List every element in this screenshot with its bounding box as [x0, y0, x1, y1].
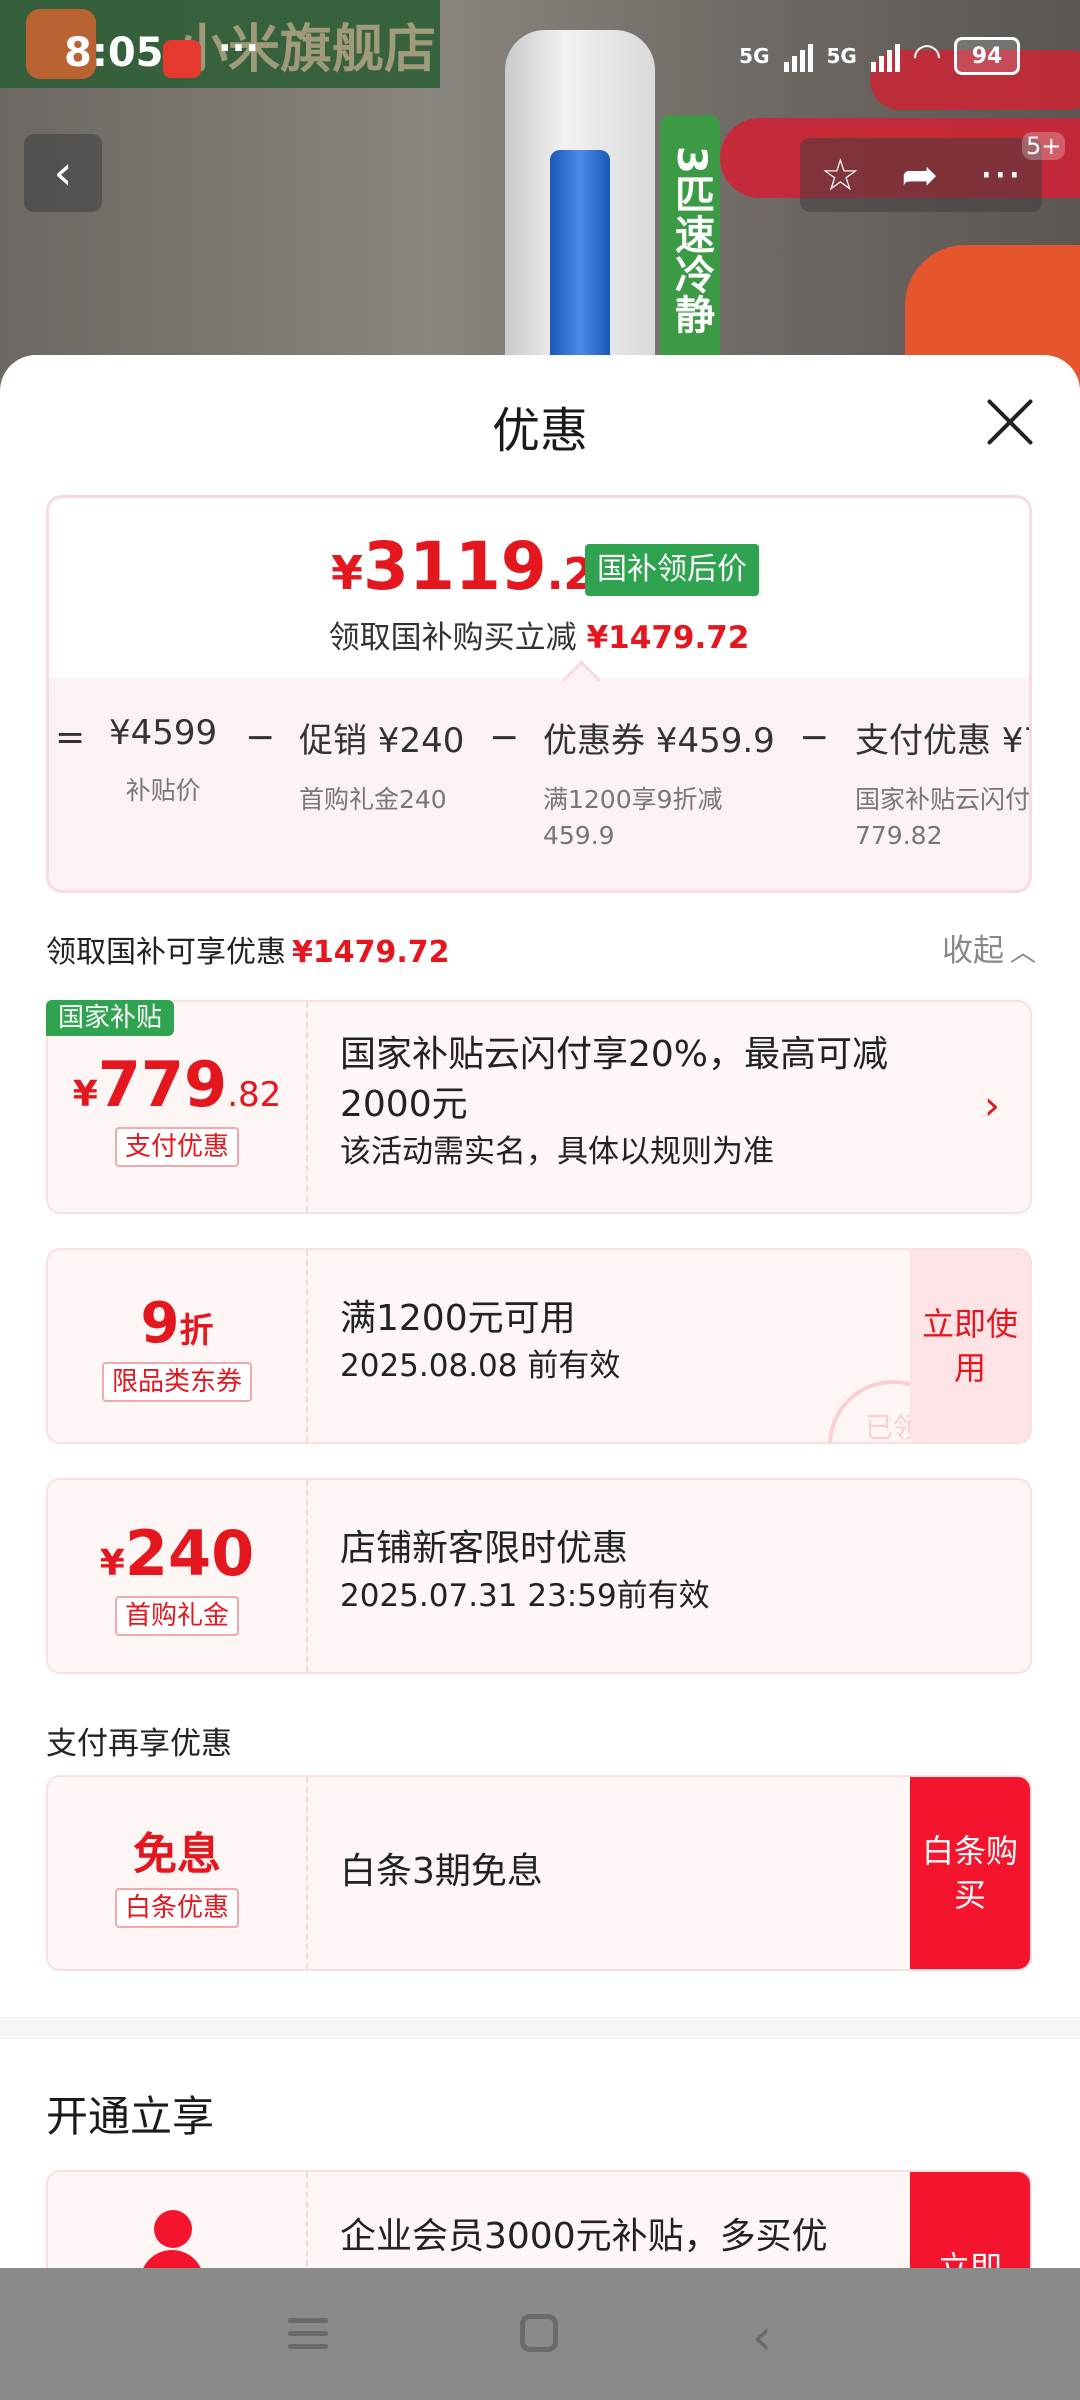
wifi-icon: ◠ — [913, 36, 940, 76]
formula-op: − — [489, 717, 520, 758]
coupon-amount: 免息 — [133, 1829, 221, 1880]
baitiao-buy-button[interactable]: 白条购买 — [910, 1777, 1030, 1969]
use-now-button[interactable]: 立即使用 — [910, 1250, 1030, 1442]
collapse-button[interactable]: 收起 ︿ — [942, 925, 1036, 970]
coupon-body: 国家补贴云闪付享20%，最高可减2000元 该活动需实名，具体以规则为准 — [340, 1034, 889, 1170]
back-button[interactable]: ‹ — [24, 134, 102, 212]
coupon-amount-block: 9折 限品类东券 — [48, 1250, 308, 1442]
collapse-label: 领取国补可享优惠 ¥1479.72 — [46, 935, 450, 970]
formula-term: 优惠券 ¥459.9 满1200享9折减 459.9 — [543, 721, 775, 850]
coupon-body: 店铺新客限时优惠 2025.07.31 23:59前有效 — [340, 1528, 710, 1614]
more-notifications-icon: ··· — [218, 28, 260, 69]
favorite-star-icon[interactable]: ☆ — [821, 150, 860, 201]
coupon-card-discount: 9折 限品类东券 满1200元可用 2025.08.08 前有效 已领 立即使用 — [46, 1248, 1032, 1444]
coupon-chip: 白条优惠 — [114, 1888, 239, 1928]
user-avatar-icon — [140, 2210, 204, 2270]
formula-term: ¥4599 补贴价 — [109, 713, 218, 805]
coupon-chip: 支付优惠 — [114, 1126, 239, 1167]
battery-icon: 94 — [954, 37, 1020, 75]
saving-line: 领取国补购买立减 ¥1479.72 — [328, 620, 750, 656]
coupon-chip: 限品类东券 — [101, 1361, 252, 1402]
section-divider — [0, 2017, 1080, 2039]
final-price: ¥3119.28 — [331, 528, 625, 605]
more-icon[interactable]: ··· — [979, 150, 1021, 201]
price-tag: 国补领后价 — [585, 544, 759, 596]
coupon-body: 企业会员3000元补贴，多买优 — [340, 2216, 828, 2257]
coupon-amount: ¥240 — [99, 1516, 255, 1590]
discount-sheet: 优惠 ¥3119.28 国补领后价 领取国补购买立减¥1479.72 = ¥45… — [0, 355, 1080, 2270]
formula-term: 促销 ¥240 首购礼金240 — [299, 721, 465, 814]
national-subsidy-flag: 国家补贴 — [46, 1000, 175, 1036]
home-icon[interactable] — [520, 2314, 558, 2352]
sheet-title: 优惠 — [491, 403, 588, 459]
chevron-up-icon: ︿ — [1009, 938, 1036, 968]
signal-icon — [783, 40, 813, 72]
network-label-1: 5G — [739, 44, 770, 68]
price-summary: ¥3119.28 国补领后价 领取国补购买立减¥1479.72 = ¥4599 … — [46, 495, 1032, 893]
system-back-icon[interactable]: ‹ — [752, 2308, 772, 2366]
coupon-body: 满1200元可用 2025.08.08 前有效 — [340, 1298, 621, 1384]
coupon-card-gift: ¥240 首购礼金 店铺新客限时优惠 2025.07.31 23:59前有效 — [46, 1478, 1032, 1674]
formula-op: = — [55, 717, 86, 758]
signal-icon-2 — [870, 40, 900, 72]
coupon-amount-block: 免息 白条优惠 — [48, 1777, 308, 1969]
open-now-button[interactable]: 立即 — [910, 2172, 1030, 2270]
formula-op: − — [799, 717, 830, 758]
chevron-right-icon: › — [984, 1083, 1000, 1129]
network-label-2: 5G — [826, 44, 857, 68]
top-action-bar: ☆ ➦ ··· — [800, 138, 1042, 212]
cart-badge: 5+ — [1022, 132, 1066, 160]
collapse-row: 领取国补可享优惠 ¥1479.72 收起 ︿ — [46, 915, 1036, 975]
coupon-card-baitiao: 免息 白条优惠 白条3期免息 白条购买 — [46, 1775, 1032, 1971]
coupon-amount-block: ¥240 首购礼金 — [48, 1480, 308, 1672]
speed-badge: 3匹速冷静 — [660, 115, 720, 365]
status-time: 8:05 — [64, 30, 164, 76]
coupon-amount: 9折 — [140, 1290, 214, 1356]
recent-apps-icon[interactable] — [288, 2318, 328, 2349]
status-bar: 8:05 ··· 5G 5G ◠ 94 — [0, 0, 1080, 120]
share-icon[interactable]: ➦ — [901, 150, 938, 201]
coupon-amount: ¥779.82 — [72, 1047, 282, 1121]
formula-term: 支付优惠 ¥779.82 国家补贴云闪付 779.82 — [855, 721, 1031, 850]
coupon-chip: 首购礼金 — [114, 1595, 239, 1636]
formula-op: − — [245, 717, 276, 758]
app-notification-icon — [163, 40, 201, 78]
close-icon[interactable] — [980, 393, 1040, 453]
open-section-heading: 开通立享 — [46, 2092, 215, 2141]
pay-section-title: 支付再享优惠 — [46, 1726, 232, 1762]
price-formula: = ¥4599 补贴价 − 促销 ¥240 首购礼金240 − 优惠券 ¥459… — [49, 713, 1029, 850]
coupon-body: 白条3期免息 — [340, 1851, 543, 1892]
coupon-card-payment[interactable]: ¥779.82 支付优惠 国家补贴云闪付享20%，最高可减2000元 该活动需实… — [46, 1000, 1032, 1214]
status-icons: 5G 5G ◠ 94 — [739, 36, 1020, 76]
system-nav-bar: ‹ — [0, 2268, 1080, 2400]
